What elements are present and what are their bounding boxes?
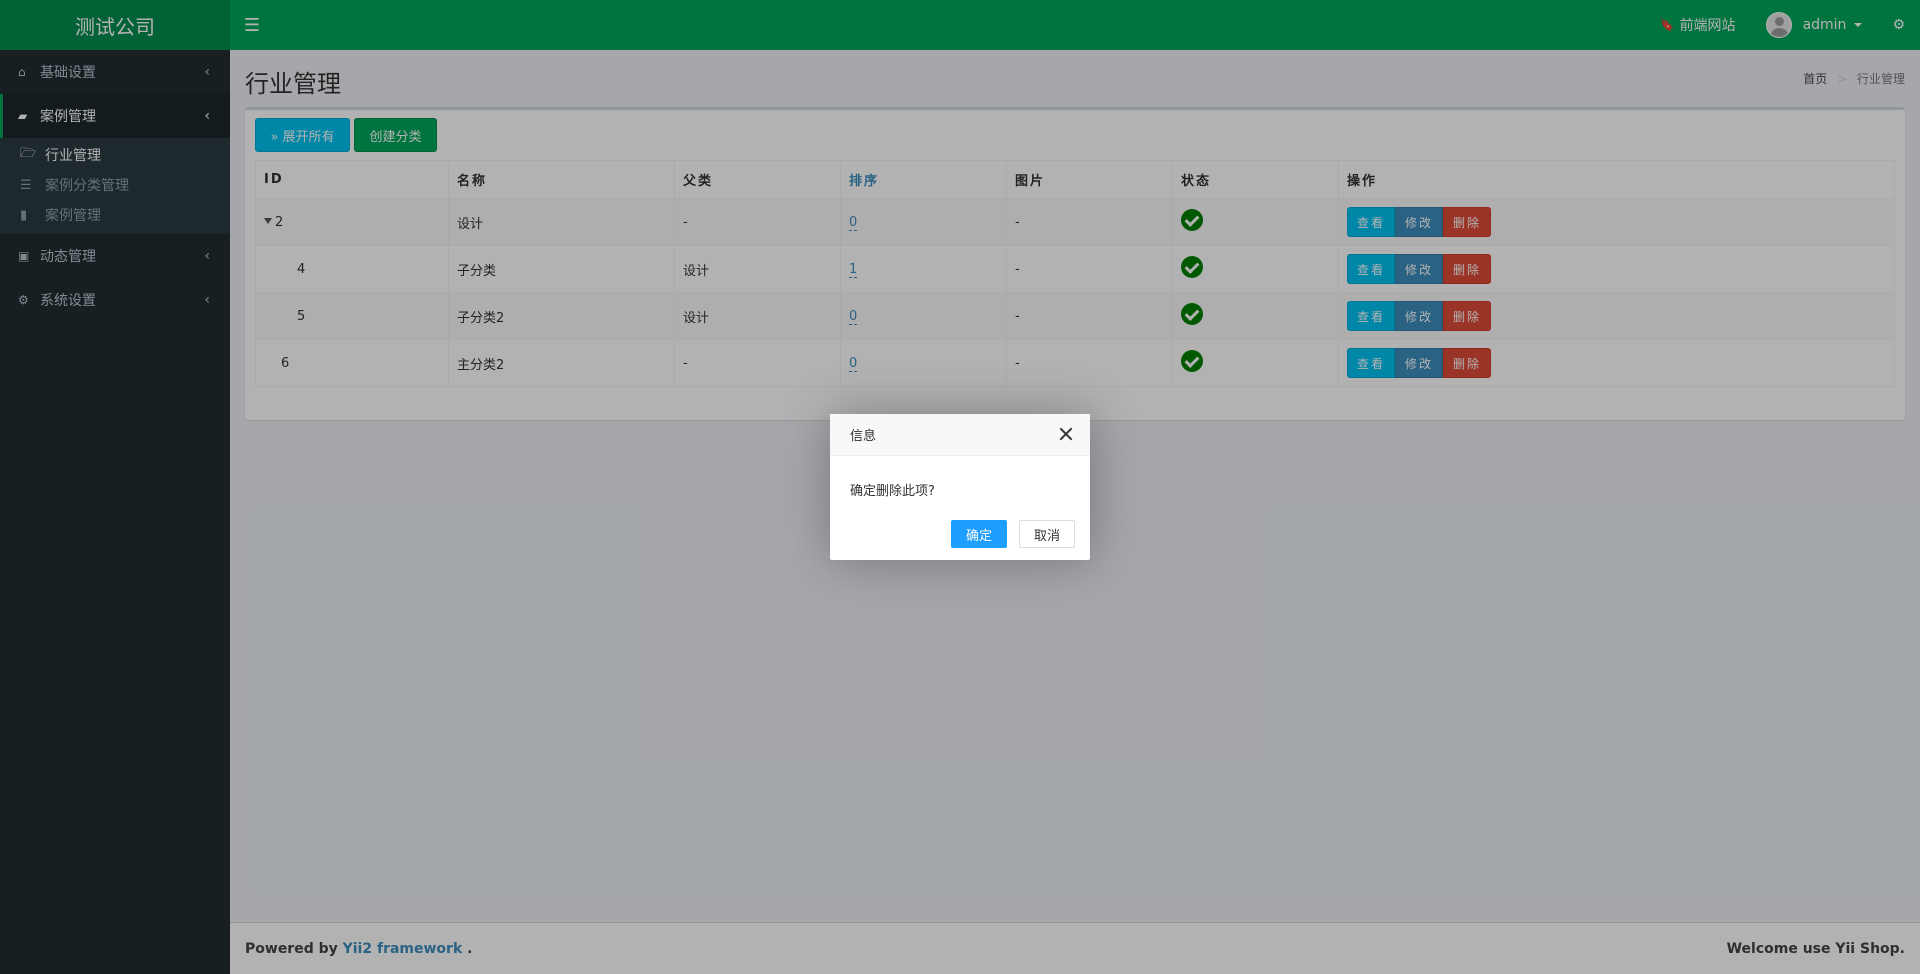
dialog-message: 确定删除此项? [850,484,935,499]
dialog-title: 信息 [850,429,877,444]
confirm-dialog: 信息 确定删除此项? 确定 取消 [830,414,1090,560]
dialog-header: 信息 [830,414,1090,456]
confirm-button[interactable]: 确定 [950,520,1007,548]
close-icon[interactable] [1058,426,1074,442]
dialog-buttons: 确定 取消 [950,520,1075,548]
cancel-button[interactable]: 取消 [1018,520,1075,548]
